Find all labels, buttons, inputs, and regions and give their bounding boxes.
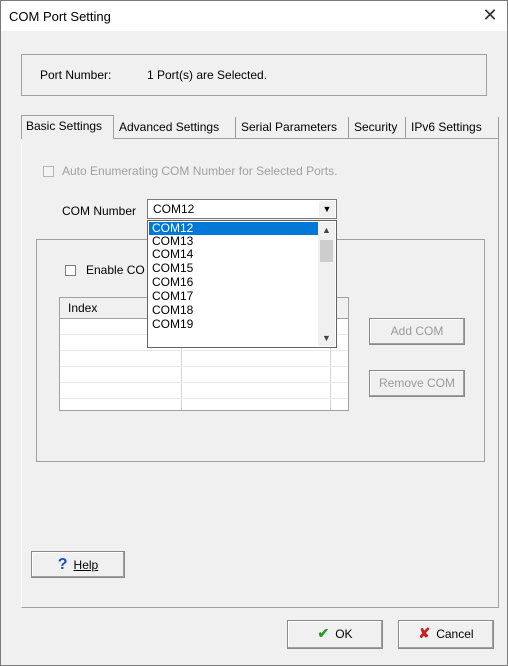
dropdown-option[interactable]: COM16 [149, 276, 319, 289]
remove-com-button[interactable]: Remove COM [369, 370, 465, 397]
close-icon[interactable]: ✕ [479, 4, 501, 26]
dropdown-option[interactable]: COM19 [149, 318, 319, 331]
scrollbar-thumb[interactable] [320, 240, 333, 262]
tab-ipv6-settings[interactable]: IPv6 Settings [407, 117, 499, 138]
com-number-label: COM Number [62, 204, 137, 218]
add-com-label: Add COM [390, 324, 444, 338]
checkmark-icon: ✔ [317, 625, 330, 641]
auto-enumerate-label: Auto Enumerating COM Number for Selected… [62, 164, 338, 178]
dropdown-option[interactable]: COM17 [149, 290, 319, 303]
tab-basic-settings[interactable]: Basic Settings [21, 115, 114, 139]
question-icon: ? [57, 556, 68, 573]
auto-enumerate-checkbox[interactable] [43, 166, 54, 177]
chevron-down-icon[interactable]: ▼ [318, 330, 335, 346]
dropdown-scrollbar[interactable]: ▲ ▼ [318, 222, 335, 346]
cancel-button[interactable]: ✘ Cancel [398, 620, 494, 649]
table-row [60, 350, 348, 351]
chevron-up-icon[interactable]: ▲ [318, 222, 335, 238]
help-button[interactable]: ? Help [31, 551, 125, 578]
enable-checkbox[interactable] [65, 265, 76, 276]
help-label: Help [73, 558, 99, 572]
x-icon: ✘ [418, 625, 431, 641]
com-number-dropdown-list[interactable]: COM12 COM13 COM14 COM15 COM16 COM17 COM1… [147, 220, 337, 348]
window-title: COM Port Setting [9, 9, 111, 24]
remove-com-label: Remove COM [378, 376, 455, 390]
dropdown-option[interactable]: COM18 [149, 304, 319, 317]
tab-security[interactable]: Security [350, 117, 406, 138]
dropdown-option[interactable]: COM15 [149, 262, 319, 275]
com-number-value: COM12 [153, 202, 195, 216]
tab-advanced-settings[interactable]: Advanced Settings [115, 117, 236, 138]
ok-button[interactable]: ✔ OK [287, 620, 383, 649]
tab-serial-parameters[interactable]: Serial Parameters [237, 117, 349, 138]
add-com-button[interactable]: Add COM [369, 318, 465, 345]
chevron-down-icon[interactable]: ▼ [319, 201, 335, 217]
enable-label: Enable CO [86, 263, 145, 277]
ok-label: OK [335, 627, 353, 641]
table-row [60, 366, 348, 367]
com-number-select[interactable]: COM12 ▼ [147, 199, 337, 219]
port-number-value: 1 Port(s) are Selected. [147, 68, 268, 82]
dialog-window: COM Port Setting ✕ Port Number: 1 Port(s… [0, 0, 508, 666]
dropdown-option[interactable]: COM14 [149, 248, 319, 261]
column-header-index: Index [68, 301, 98, 315]
cancel-label: Cancel [436, 627, 474, 641]
table-row [60, 398, 348, 399]
table-row [60, 382, 348, 383]
port-number-box: Port Number: 1 Port(s) are Selected. [21, 54, 487, 96]
port-number-label: Port Number: [40, 68, 112, 82]
title-bar[interactable]: COM Port Setting ✕ [1, 1, 507, 31]
